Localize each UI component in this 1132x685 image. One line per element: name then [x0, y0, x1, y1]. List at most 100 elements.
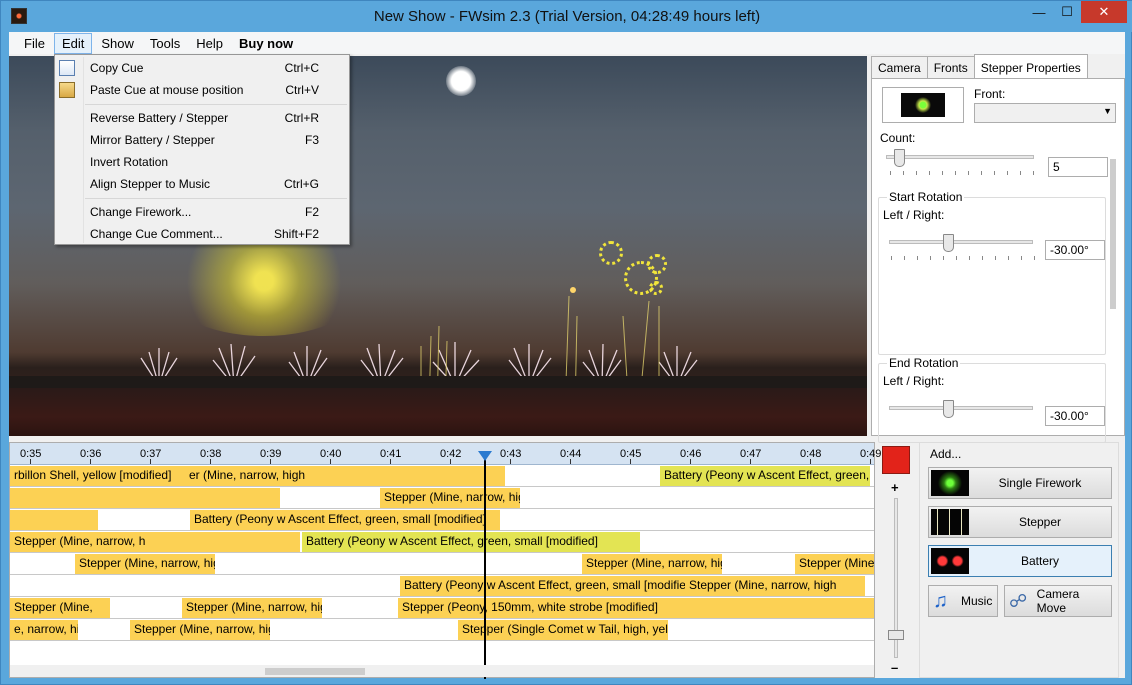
menu-change-firework-label: Change Firework... — [90, 205, 192, 219]
close-icon[interactable]: ✕ — [1081, 1, 1127, 23]
start-rotation-title: Start Rotation — [887, 190, 965, 204]
horizon-treeline — [9, 376, 867, 388]
cue-block[interactable] — [10, 510, 98, 530]
end-rotation-label: Left / Right: — [883, 374, 945, 388]
cue-block[interactable]: Stepper (Mine, narrow, h — [10, 532, 300, 552]
cue-row: e, narrow, highStepper (Mine, narrow, hi… — [10, 597, 874, 619]
menu-reverse-battery-stepper[interactable]: Reverse Battery / Stepper Ctrl+R — [55, 107, 349, 129]
end-rotation-slider-track[interactable] — [889, 406, 1033, 410]
add-single-firework-button[interactable]: Single Firework — [928, 467, 1112, 499]
time-tick-mark — [570, 459, 571, 464]
start-rotation-slider-thumb[interactable] — [943, 234, 954, 252]
menu-paste-cue[interactable]: Paste Cue at mouse position Ctrl+V — [55, 79, 349, 101]
add-battery-button[interactable]: Battery — [928, 545, 1112, 577]
cue-block[interactable]: Stepper (Mine, — [10, 598, 110, 618]
cue-block[interactable]: Stepper (Peony, 150mm, white strobe [mod… — [398, 598, 874, 618]
tab-camera[interactable]: Camera — [871, 56, 928, 78]
menu-copy-cue[interactable]: Copy Cue Ctrl+C — [55, 57, 349, 79]
add-music-button[interactable]: ♫ Music — [928, 585, 998, 617]
timeline-scrollbar[interactable] — [10, 665, 874, 677]
tab-fronts[interactable]: Fronts — [926, 56, 975, 78]
cue-block[interactable]: Stepper (Mine, — [795, 554, 874, 574]
menu-paste-cue-label: Paste Cue at mouse position — [90, 83, 244, 97]
cue-block[interactable]: Stepper (Mine, narrow, high — [685, 576, 865, 596]
add-music-label: Music — [961, 594, 993, 608]
start-rotation-ticks — [891, 256, 1035, 260]
properties-scrollbar-thumb[interactable] — [1110, 159, 1116, 309]
time-tick-mark — [750, 459, 751, 464]
time-tick-mark — [690, 459, 691, 464]
time-tick-mark — [30, 459, 31, 464]
menu-buy-now[interactable]: Buy now — [232, 34, 300, 53]
menu-separator — [85, 104, 347, 105]
properties-scrollbar[interactable] — [1110, 159, 1116, 433]
cue-block[interactable]: Battery (Peony w Ascent Effect, green, s… — [302, 532, 640, 552]
count-input[interactable]: 5 — [1048, 157, 1108, 177]
firework-preview-image — [901, 93, 945, 117]
end-rotation-input[interactable]: -30.00° — [1045, 406, 1105, 426]
menu-invert-rotation[interactable]: Invert Rotation — [55, 151, 349, 173]
paste-icon — [59, 82, 75, 98]
time-ruler[interactable]: 0:35 0:36 0:37 0:38 0:39 0:40 0:41 0:42 0:43 0:44… — [10, 443, 881, 465]
firework-preview-button[interactable] — [882, 87, 964, 123]
menu-file[interactable]: File — [17, 34, 52, 53]
count-slider-thumb[interactable] — [894, 149, 905, 167]
add-camera-move-button[interactable]: ☍ Camera Move — [1004, 585, 1112, 617]
menu-edit[interactable]: Edit — [53, 32, 93, 54]
menu-align-stepper[interactable]: Align Stepper to Music Ctrl+G — [55, 173, 349, 195]
add-battery-label: Battery — [1020, 554, 1059, 568]
time-tick-mark — [330, 459, 331, 464]
chevron-down-icon: ▼ — [1103, 106, 1112, 116]
add-camera-move-label: Camera Move — [1036, 587, 1080, 615]
timeline-scrollbar-thumb[interactable] — [265, 668, 365, 675]
menu-reverse-shortcut: Ctrl+R — [284, 111, 319, 125]
time-tick-mark — [150, 459, 151, 464]
menu-mirror-shortcut: F3 — [304, 133, 319, 147]
cue-block[interactable]: Stepper (Mine, narrow, high — [182, 598, 322, 618]
cue-block[interactable]: er (Mine, narrow, high — [185, 466, 505, 486]
menu-mirror-battery-stepper[interactable]: Mirror Battery / Stepper F3 — [55, 129, 349, 151]
menu-help[interactable]: Help — [189, 34, 230, 53]
time-tick-mark — [870, 459, 871, 464]
cue-row: Battery (Peony w Ascent Effect, green, s… — [10, 509, 874, 531]
menu-change-cue-comment[interactable]: Change Cue Comment... Shift+F2 — [55, 223, 349, 245]
menu-bar: File Edit Show Tools Help Buy now — [9, 32, 1125, 54]
menu-change-firework[interactable]: Change Firework... F2 — [55, 201, 349, 223]
cue-block[interactable]: rbillon Shell, yellow [modified] — [10, 466, 185, 486]
cue-block[interactable]: Stepper (Mine, narrow, high — [130, 620, 270, 640]
cue-block[interactable] — [10, 488, 280, 508]
playhead[interactable] — [484, 455, 486, 679]
playhead-marker-icon[interactable] — [478, 451, 492, 461]
cue-block[interactable]: Battery (Peony w Ascent Effect, green, s… — [660, 466, 870, 486]
record-button[interactable] — [882, 446, 910, 474]
menu-separator — [85, 198, 347, 199]
menu-show[interactable]: Show — [94, 34, 141, 53]
tab-stepper-properties[interactable]: Stepper Properties — [973, 54, 1088, 78]
menu-tools[interactable]: Tools — [143, 34, 187, 53]
add-stepper-button[interactable]: Stepper — [928, 506, 1112, 538]
cue-block[interactable]: Stepper (Mine, narrow, high — [380, 488, 520, 508]
count-slider-track[interactable] — [886, 155, 1034, 159]
time-tick-mark — [90, 459, 91, 464]
cue-block[interactable]: Stepper (Mine, narrow, high — [582, 554, 722, 574]
menu-mirror-label: Mirror Battery / Stepper — [90, 133, 215, 147]
cue-block[interactable]: e, narrow, high — [10, 620, 78, 640]
timeline[interactable]: 0:35 0:36 0:37 0:38 0:39 0:40 0:41 0:42 0:43 0:44… — [9, 442, 881, 679]
front-select[interactable]: ▼ — [974, 103, 1116, 123]
cue-block[interactable]: Stepper (Mine, narrow, high — [75, 554, 215, 574]
zoom-slider-thumb[interactable] — [888, 630, 904, 640]
cue-block[interactable]: Battery (Peony w Ascent Effect, green, s… — [400, 576, 690, 596]
start-rotation-input[interactable]: -30.00° — [1045, 240, 1105, 260]
window-controls: — ☐ ✕ — [1025, 1, 1127, 23]
minimize-icon[interactable]: — — [1025, 1, 1053, 23]
end-rotation-slider-thumb[interactable] — [943, 400, 954, 418]
menu-change-firework-shortcut: F2 — [304, 205, 319, 219]
cue-block[interactable]: Stepper (Single Comet w Tail, high, yell… — [458, 620, 668, 640]
ground — [9, 388, 867, 436]
maximize-icon[interactable]: ☐ — [1053, 1, 1081, 23]
cue-block[interactable]: Battery (Peony w Ascent Effect, green, s… — [190, 510, 500, 530]
tab-strip: Camera Fronts Stepper Properties — [871, 54, 1088, 78]
add-single-firework-label: Single Firework — [998, 476, 1082, 490]
end-rotation-group: End Rotation Left / Right: -30.00° — [878, 356, 1106, 443]
start-rotation-slider-track[interactable] — [889, 240, 1033, 244]
